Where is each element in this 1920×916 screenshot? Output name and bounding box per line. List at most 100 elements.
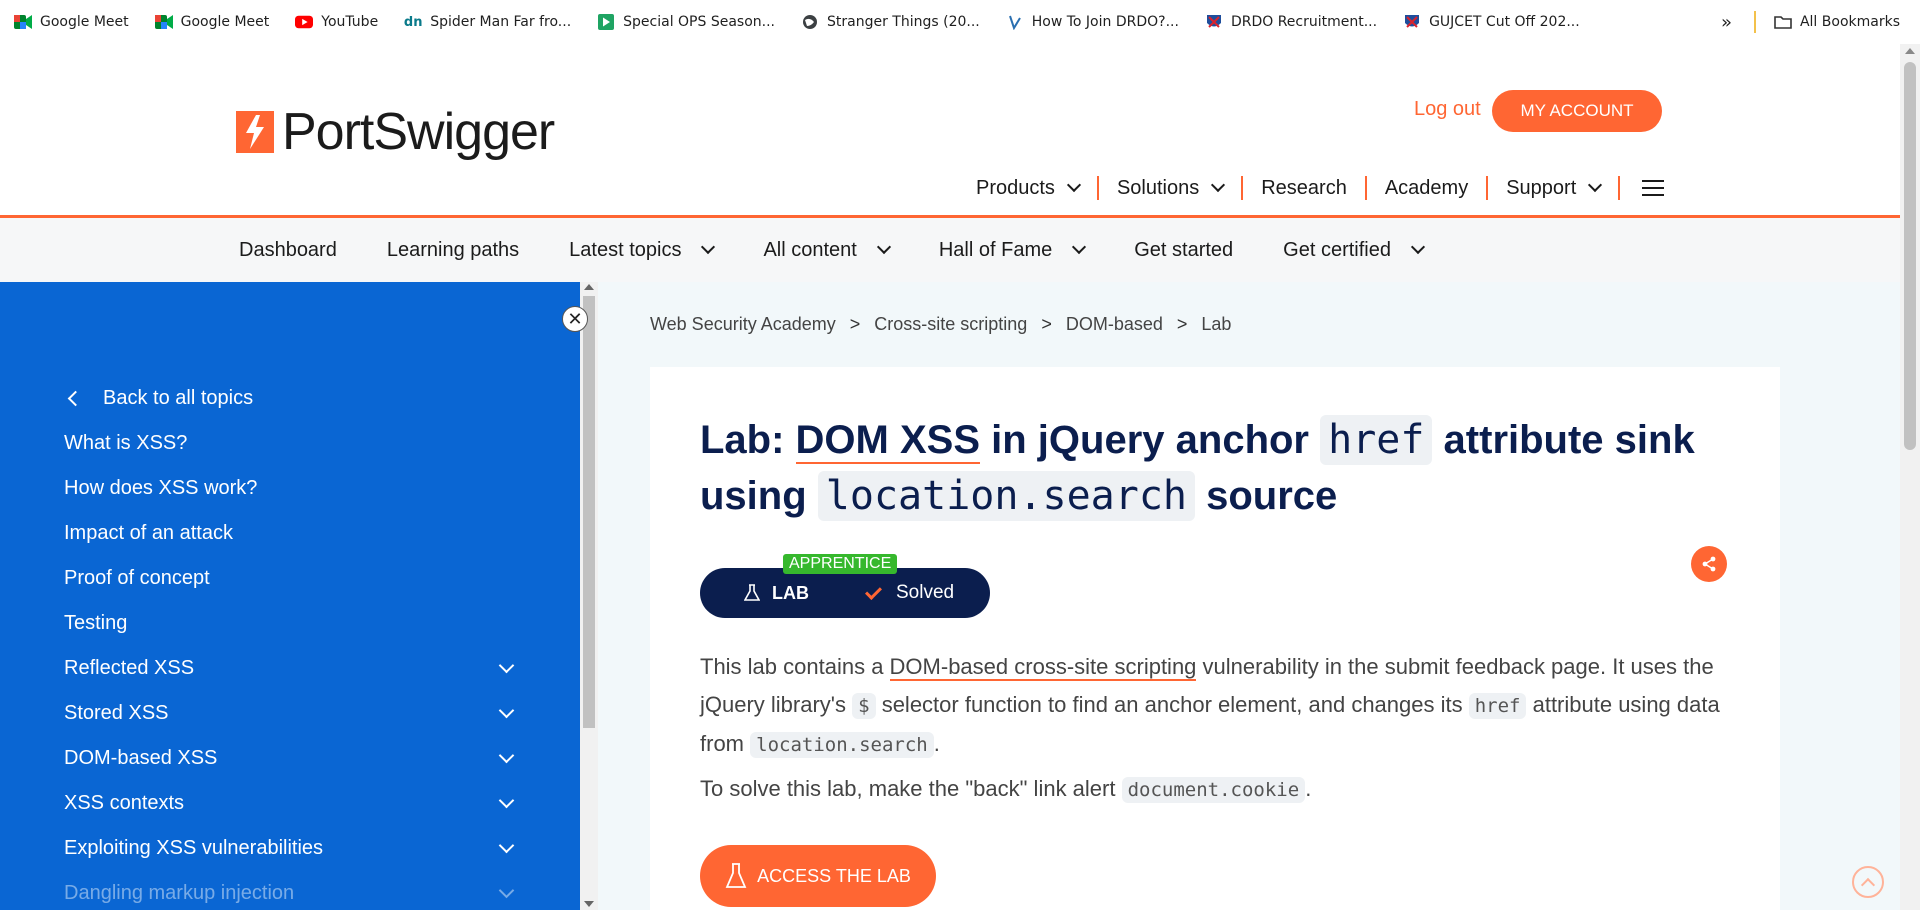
youtube-icon	[295, 13, 314, 31]
desc-text: selector function to find an anchor elem…	[875, 692, 1469, 717]
sidebar-scroll-thumb[interactable]	[583, 296, 595, 728]
lab-status-badge: LAB Solved	[700, 568, 990, 618]
bookmark-youtube[interactable]: YouTube	[295, 13, 378, 31]
sidebar-item-how-xss-works[interactable]: How does XSS work?	[64, 466, 524, 511]
page-scrollbar[interactable]	[1900, 44, 1920, 910]
access-lab-label: ACCESS THE LAB	[757, 865, 911, 886]
share-button[interactable]	[1691, 546, 1727, 582]
subnav-dashboard[interactable]: Dashboard	[239, 239, 337, 262]
logout-link[interactable]: Log out	[1414, 98, 1481, 121]
sidebar-scrollbar[interactable]	[580, 282, 598, 910]
chevron-down-icon[interactable]	[498, 747, 515, 764]
sidebar-close-button[interactable]: ✕	[562, 306, 588, 332]
description-paragraph: This lab contains a DOM-based cross-site…	[700, 648, 1720, 764]
sidebar-item-testing[interactable]: Testing	[64, 601, 524, 646]
subnav-label: Get started	[1134, 238, 1234, 261]
subnav-get-certified[interactable]: Get certified	[1283, 238, 1426, 262]
nav-academy[interactable]: Academy	[1367, 176, 1489, 200]
title-link[interactable]: DOM XSS	[795, 418, 981, 464]
chevron-down-icon[interactable]	[498, 837, 515, 854]
sidebar-item-label: Testing	[64, 612, 128, 634]
bookmark-spider-man[interactable]: dn Spider Man Far fro...	[404, 13, 571, 31]
portswigger-logo[interactable]: PortSwigger	[236, 102, 555, 162]
solved-label: Solved	[896, 582, 955, 603]
sidebar-item-label: XSS contexts	[64, 792, 185, 814]
sidebar-item-label: Reflected XSS	[64, 657, 195, 679]
sidebar-item-what-is-xss[interactable]: What is XSS?	[64, 421, 524, 466]
bookmark-label: GUJCET Cut Off 202...	[1429, 14, 1580, 30]
back-to-top-button[interactable]	[1852, 866, 1884, 898]
nav-support[interactable]: Support	[1488, 176, 1621, 200]
solve-paragraph: To solve this lab, make the "back" link …	[700, 770, 1720, 809]
bookmark-label: YouTube	[321, 14, 379, 30]
sidebar-item-dangling-markup[interactable]: Dangling markup injection	[64, 871, 524, 916]
desc-text: .	[933, 731, 940, 756]
subnav-latest-topics[interactable]: Latest topics	[569, 238, 716, 262]
sidebar-item-label: Exploiting XSS vulnerabilities	[64, 837, 324, 859]
sidebar-item-label: Back to all topics	[103, 387, 254, 409]
lab-badge: LAB	[744, 583, 809, 604]
access-lab-button[interactable]: ACCESS THE LAB	[700, 845, 936, 907]
more-bookmarks-button[interactable]: »	[1721, 12, 1732, 33]
scroll-up-icon[interactable]	[584, 284, 594, 290]
sidebar-item-xss-contexts[interactable]: XSS contexts	[64, 781, 524, 826]
breadcrumb-item[interactable]: Lab	[1201, 314, 1231, 335]
sidebar-back-link[interactable]: Back to all topics	[64, 376, 524, 421]
chevron-down-icon[interactable]	[498, 792, 515, 809]
google-meet-icon	[14, 13, 32, 31]
bookmark-label: Google Meet	[180, 14, 270, 30]
dom-xss-link[interactable]: DOM-based cross-site scripting	[889, 654, 1197, 681]
bookmark-special-ops[interactable]: Special OPS Season...	[597, 13, 775, 31]
chevron-down-icon[interactable]	[498, 657, 515, 674]
nav-label: Solutions	[1116, 176, 1200, 199]
subnav-label: Get certified	[1283, 238, 1391, 261]
inline-code: document.cookie	[1121, 777, 1306, 803]
title-text: in jQuery anchor	[980, 418, 1321, 462]
subnav-label: Dashboard	[239, 238, 337, 261]
nav-research[interactable]: Research	[1243, 176, 1367, 200]
bookmarks-divider	[1753, 11, 1756, 33]
sidebar-item-impact[interactable]: Impact of an attack	[64, 511, 524, 556]
page-scroll-thumb[interactable]	[1904, 62, 1916, 450]
sidebar-item-exploiting-xss[interactable]: Exploiting XSS vulnerabilities	[64, 826, 524, 871]
scroll-down-icon[interactable]	[584, 901, 594, 907]
sidebar-list: Back to all topics What is XSS? How does…	[64, 376, 524, 916]
sidebar-item-label: Proof of concept	[64, 567, 210, 589]
bookmark-stranger-things[interactable]: Stranger Things (20...	[801, 13, 980, 31]
bookmark-drdo-join[interactable]: How To Join DRDO?...	[1006, 13, 1179, 31]
breadcrumb-separator: >	[1176, 314, 1188, 334]
breadcrumb-item[interactable]: DOM-based	[1066, 314, 1163, 335]
nav-label: Support	[1506, 176, 1577, 199]
breadcrumb-separator: >	[849, 314, 861, 334]
subnav-get-started[interactable]: Get started	[1134, 239, 1233, 262]
bookmark-gujcet[interactable]: GUJCET Cut Off 202...	[1403, 13, 1580, 31]
sidebar-item-proof-of-concept[interactable]: Proof of concept	[64, 556, 524, 601]
breadcrumb-separator: >	[1041, 314, 1052, 334]
sidebar-item-label: Stored XSS	[64, 702, 169, 724]
my-account-button[interactable]: MY ACCOUNT	[1492, 90, 1662, 132]
subnav-learning-paths[interactable]: Learning paths	[387, 239, 519, 262]
breadcrumb-item[interactable]: Web Security Academy	[650, 314, 836, 335]
menu-button[interactable]	[1620, 176, 1682, 200]
chevron-down-icon[interactable]	[498, 882, 515, 899]
lab-badge-label: LAB	[772, 582, 809, 603]
sidebar-item-label: Dangling markup injection	[64, 882, 295, 904]
nav-products[interactable]: Products	[970, 176, 1099, 200]
all-bookmarks-button[interactable]: All Bookmarks	[1774, 13, 1900, 31]
sidebar-item-stored-xss[interactable]: Stored XSS	[64, 691, 524, 736]
bookmark-google-meet-1[interactable]: Google Meet	[14, 13, 129, 31]
subnav-hall-of-fame[interactable]: Hall of Fame	[939, 239, 1087, 262]
chevron-left-icon	[67, 390, 84, 407]
breadcrumb-item[interactable]: Cross-site scripting	[874, 314, 1027, 335]
chevron-down-icon[interactable]	[498, 702, 515, 719]
bookmark-google-meet-2[interactable]: Google Meet	[154, 13, 270, 31]
sidebar-item-dom-xss[interactable]: DOM-based XSS	[64, 736, 524, 781]
title-text: Lab:	[700, 418, 796, 462]
scroll-up-icon[interactable]	[1905, 48, 1915, 54]
nav-solutions[interactable]: Solutions	[1099, 176, 1244, 200]
subnav-all-content[interactable]: All content	[763, 239, 891, 262]
bookmark-drdo-recruitment[interactable]: DRDO Recruitment...	[1205, 13, 1377, 31]
academy-subnav: Dashboard Learning paths Latest topics A…	[0, 218, 1900, 282]
subnav-label: Latest topics	[569, 238, 682, 261]
sidebar-item-reflected-xss[interactable]: Reflected XSS	[64, 646, 524, 691]
